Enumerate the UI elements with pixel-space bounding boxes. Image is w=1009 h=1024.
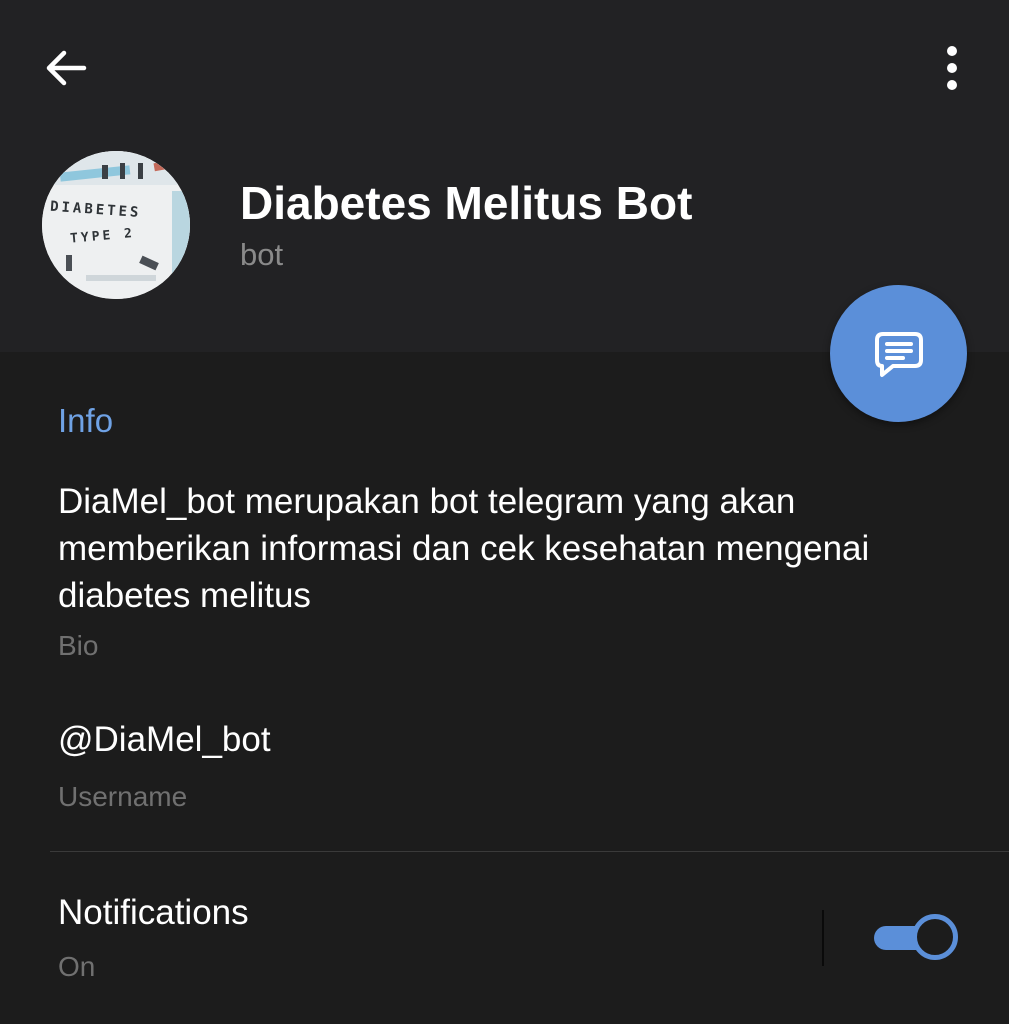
notifications-toggle[interactable] xyxy=(874,912,960,962)
more-options-button[interactable] xyxy=(914,30,990,106)
notifications-row[interactable]: Notifications On xyxy=(0,852,1009,1024)
profile-name: Diabetes Melitus Bot xyxy=(240,177,693,229)
send-message-button[interactable] xyxy=(830,285,967,422)
back-button[interactable] xyxy=(28,30,104,106)
username-caption: Username xyxy=(58,781,188,812)
message-icon xyxy=(874,331,923,377)
info-section-title: Info xyxy=(58,402,114,439)
bio-text[interactable]: DiaMel_bot merupakan bot telegram yang a… xyxy=(58,478,938,619)
vertical-separator xyxy=(822,910,824,966)
notifications-state: On xyxy=(58,951,96,982)
toggle-knob xyxy=(912,914,958,960)
notifications-label: Notifications xyxy=(58,893,249,932)
avatar[interactable]: DIABETES TYPE 2 xyxy=(42,151,190,299)
more-vertical-icon xyxy=(947,46,957,90)
username-value[interactable]: @DiaMel_bot xyxy=(58,720,271,760)
arrow-left-icon xyxy=(46,50,87,86)
bio-caption: Bio xyxy=(58,630,99,661)
profile-status: bot xyxy=(240,237,284,272)
